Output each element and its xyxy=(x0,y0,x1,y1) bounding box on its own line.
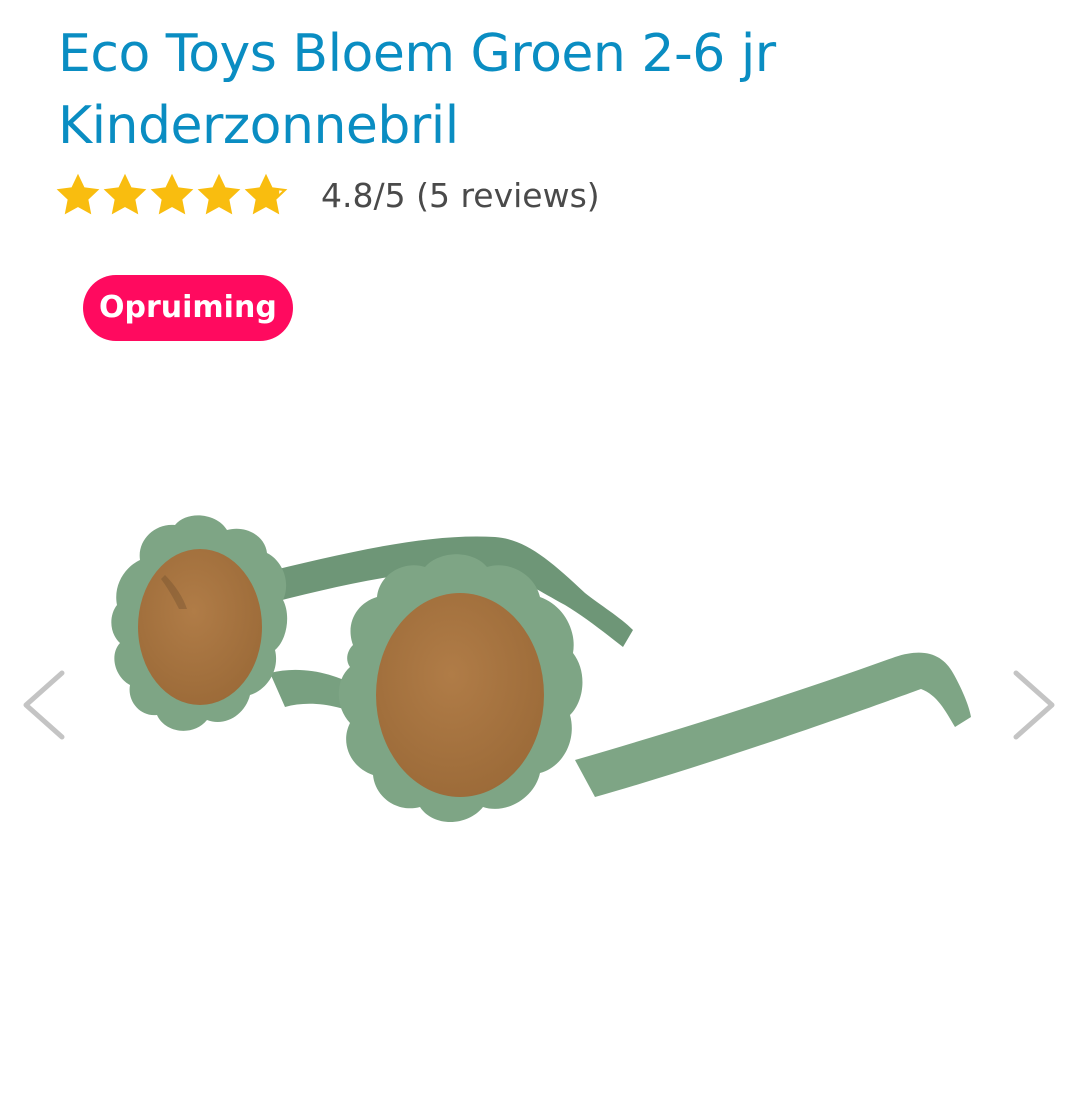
rating-summary[interactable]: 4.8/5 (5 reviews) xyxy=(321,176,600,215)
left-lens xyxy=(111,515,288,731)
product-image[interactable] xyxy=(95,505,985,905)
product-rating[interactable]: 4.8/5 (5 reviews) xyxy=(56,170,600,220)
chevron-left-icon xyxy=(23,670,65,740)
chevron-right-icon xyxy=(1013,670,1055,740)
star-icon xyxy=(197,173,241,215)
gallery-next-button[interactable] xyxy=(1004,665,1064,745)
star-icon xyxy=(244,173,288,215)
star-icon xyxy=(56,173,100,215)
star-rating xyxy=(56,173,291,217)
gallery-prev-button[interactable] xyxy=(14,665,74,745)
star-icon xyxy=(103,173,147,215)
sale-badge: Opruiming xyxy=(83,275,293,341)
right-lens xyxy=(338,554,583,822)
product-title: Eco Toys Bloem Groen 2-6 jr Kinderzonneb… xyxy=(58,24,776,156)
star-icon xyxy=(150,173,194,215)
